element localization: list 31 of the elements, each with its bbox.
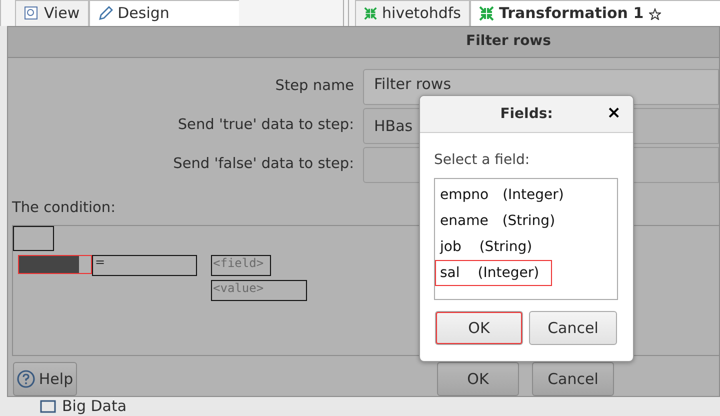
search-icon (24, 6, 39, 21)
arrows-icon (364, 6, 378, 21)
ok-button[interactable]: OK (435, 311, 523, 345)
window-title: Filter rows (8, 27, 719, 58)
condition-selector[interactable] (18, 254, 92, 274)
condition-box[interactable] (13, 226, 54, 251)
pencil-icon (98, 6, 113, 21)
condition-label: The condition: (12, 198, 116, 218)
field-label: Send 'true' data to step: (176, 116, 355, 136)
dialog-title: Fields: (500, 104, 553, 124)
cancel-button[interactable]: Cancel (529, 311, 617, 345)
ok-button[interactable]: OK (437, 362, 519, 396)
list-item[interactable]: sal (Integer) (435, 260, 552, 286)
help-button[interactable]: Help (13, 362, 77, 396)
list-item[interactable]: job (String) (435, 234, 546, 260)
list-item[interactable]: empno (Integer) (435, 182, 577, 208)
folder-icon (40, 400, 56, 412)
close-button[interactable]: × (606, 103, 621, 123)
tree-item[interactable]: Big Data (62, 398, 127, 414)
help-icon (16, 370, 35, 388)
tab[interactable]: Transformation 1 (470, 0, 720, 26)
prompt-label: Select a field: (434, 151, 530, 170)
tab[interactable]: View (15, 0, 89, 26)
operator-field[interactable]: = (92, 254, 197, 276)
field-label: Send 'false' data to step: (172, 155, 355, 174)
list-item[interactable]: ename (String) (435, 208, 568, 234)
cancel-button[interactable]: Cancel (532, 362, 614, 396)
tab[interactable]: Design (88, 0, 239, 26)
tab[interactable]: hivetohdfs (355, 0, 470, 26)
arrows-icon (479, 6, 494, 21)
field-label: Step name (274, 77, 355, 96)
